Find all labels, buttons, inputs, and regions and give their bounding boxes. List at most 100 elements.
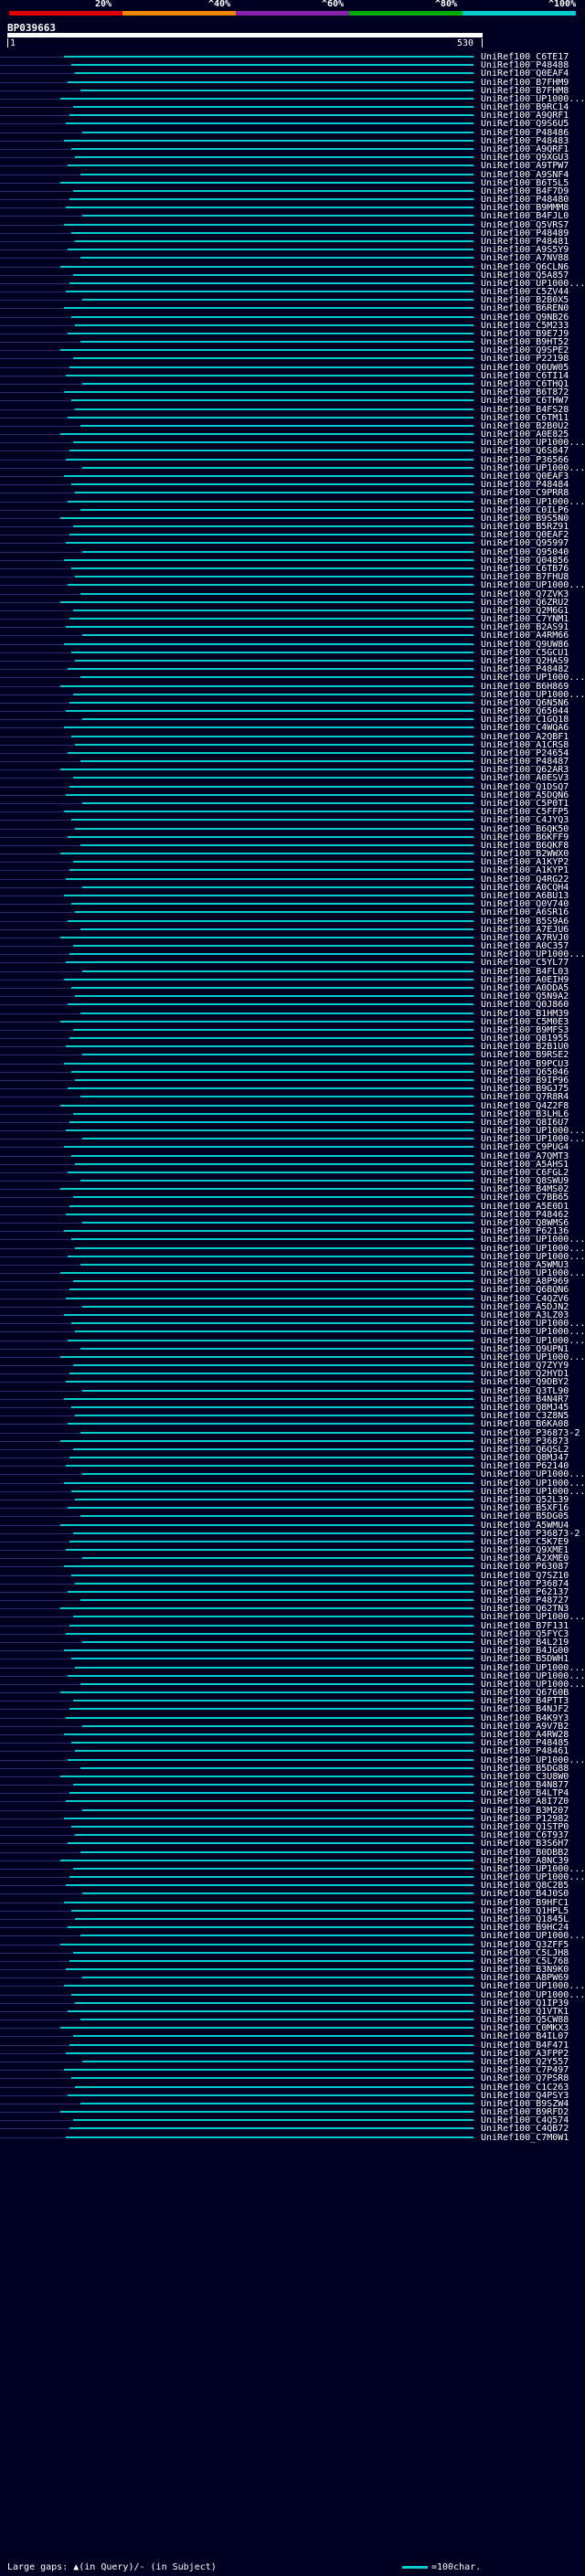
hit-alignment-bar[interactable] bbox=[66, 1716, 473, 1719]
hit-alignment-bar[interactable] bbox=[64, 475, 473, 477]
hit-alignment-bar[interactable] bbox=[60, 1943, 473, 1945]
hit-alignment-bar[interactable] bbox=[68, 1842, 473, 1845]
hit-alignment-bar[interactable] bbox=[73, 357, 473, 360]
hit-alignment-bar[interactable] bbox=[82, 1977, 473, 1979]
hit-alignment-bar[interactable] bbox=[71, 735, 473, 737]
hit-alignment-bar[interactable] bbox=[69, 1037, 473, 1040]
hit-alignment-bar[interactable] bbox=[75, 1330, 473, 1333]
hit-alignment-bar[interactable] bbox=[69, 869, 473, 872]
hit-alignment-bar[interactable] bbox=[64, 1397, 473, 1400]
hit-alignment-bar[interactable] bbox=[69, 281, 473, 284]
hit-alignment-bar[interactable] bbox=[64, 1481, 473, 1484]
hit-alignment-bar[interactable] bbox=[66, 1884, 473, 1887]
hit-alignment-bar[interactable] bbox=[69, 953, 473, 956]
hit-alignment-bar[interactable] bbox=[73, 1028, 473, 1031]
hit-alignment-bar[interactable] bbox=[82, 550, 473, 553]
hit-alignment-bar[interactable] bbox=[64, 1314, 473, 1316]
hit-alignment-bar[interactable] bbox=[68, 2094, 473, 2096]
hit-alignment-bar[interactable] bbox=[66, 291, 473, 293]
hit-alignment-bar[interactable] bbox=[64, 1565, 473, 1568]
hit-alignment-bar[interactable] bbox=[80, 928, 473, 930]
hit-alignment-bar[interactable] bbox=[60, 1859, 473, 1861]
hit-alignment-bar[interactable] bbox=[71, 483, 473, 486]
hit-alignment-bar[interactable] bbox=[75, 1666, 473, 1669]
hit-alignment-bar[interactable] bbox=[64, 1146, 473, 1149]
hit-alignment-bar[interactable] bbox=[80, 1682, 473, 1685]
hit-alignment-bar[interactable] bbox=[64, 391, 473, 394]
hit-alignment-bar[interactable] bbox=[69, 1708, 473, 1711]
hit-alignment-bar[interactable] bbox=[75, 911, 473, 914]
hit-alignment-bar[interactable] bbox=[73, 1532, 473, 1534]
hit-alignment-bar[interactable] bbox=[75, 1246, 473, 1249]
hit-alignment-bar[interactable] bbox=[68, 1087, 473, 1090]
hit-alignment-bar[interactable] bbox=[66, 961, 473, 964]
hit-alignment-bar[interactable] bbox=[64, 895, 473, 896]
hit-alignment-bar[interactable] bbox=[82, 634, 473, 637]
hit-alignment-bar[interactable] bbox=[75, 1750, 473, 1753]
hit-alignment-bar[interactable] bbox=[75, 72, 473, 75]
hit-alignment-bar[interactable] bbox=[68, 1339, 473, 1341]
hit-alignment-bar[interactable] bbox=[75, 492, 473, 494]
hit-alignment-bar[interactable] bbox=[71, 1825, 473, 1828]
hit-alignment-bar[interactable] bbox=[75, 1582, 473, 1585]
hit-alignment-bar[interactable] bbox=[69, 198, 473, 201]
hit-alignment-bar[interactable] bbox=[73, 189, 473, 192]
hit-alignment-bar[interactable] bbox=[68, 164, 473, 167]
hit-alignment-bar[interactable] bbox=[64, 978, 473, 981]
hit-alignment-bar[interactable] bbox=[66, 626, 473, 629]
hit-alignment-bar[interactable] bbox=[73, 273, 473, 276]
hit-alignment-bar[interactable] bbox=[68, 1171, 473, 1173]
hit-alignment-bar[interactable] bbox=[68, 416, 473, 419]
hit-alignment-bar[interactable] bbox=[82, 1389, 473, 1392]
hit-alignment-bar[interactable] bbox=[82, 299, 473, 302]
hit-alignment-bar[interactable] bbox=[69, 2127, 473, 2130]
hit-alignment-bar[interactable] bbox=[73, 1364, 473, 1367]
hit-alignment-bar[interactable] bbox=[80, 1766, 473, 1769]
hit-alignment-bar[interactable] bbox=[69, 1959, 473, 1962]
hit-alignment-bar[interactable] bbox=[69, 701, 473, 704]
hit-alignment-bar[interactable] bbox=[64, 811, 473, 813]
hit-alignment-bar[interactable] bbox=[73, 1196, 473, 1199]
hit-alignment-bar[interactable] bbox=[75, 1917, 473, 1920]
hit-alignment-bar[interactable] bbox=[71, 903, 473, 906]
hit-alignment-bar[interactable] bbox=[68, 80, 473, 83]
hit-alignment-bar[interactable] bbox=[71, 231, 473, 234]
hit-alignment-bar[interactable] bbox=[69, 1457, 473, 1459]
hit-alignment-bar[interactable] bbox=[60, 97, 473, 100]
hit-alignment-bar[interactable] bbox=[60, 1691, 473, 1694]
hit-alignment-bar[interactable] bbox=[73, 525, 473, 528]
hit-alignment-bar[interactable] bbox=[73, 861, 473, 864]
hit-alignment-bar[interactable] bbox=[68, 500, 473, 503]
hit-alignment-bar[interactable] bbox=[60, 1439, 473, 1442]
hit-alignment-bar[interactable] bbox=[73, 945, 473, 948]
hit-alignment-bar[interactable] bbox=[82, 718, 473, 721]
hit-alignment-bar[interactable] bbox=[82, 1641, 473, 1644]
hit-alignment-bar[interactable] bbox=[60, 1272, 473, 1275]
hit-alignment-bar[interactable] bbox=[80, 1096, 473, 1098]
hit-alignment-bar[interactable] bbox=[69, 1792, 473, 1795]
hit-alignment-bar[interactable] bbox=[68, 1758, 473, 1761]
hit-alignment-bar[interactable] bbox=[66, 877, 473, 880]
hit-alignment-bar[interactable] bbox=[80, 424, 473, 427]
hit-alignment-bar[interactable] bbox=[64, 2069, 473, 2072]
hit-alignment-bar[interactable] bbox=[73, 1447, 473, 1450]
hit-alignment-bar[interactable] bbox=[69, 618, 473, 620]
hit-alignment-bar[interactable] bbox=[73, 1616, 473, 1618]
hit-alignment-bar[interactable] bbox=[75, 1162, 473, 1165]
hit-alignment-bar[interactable] bbox=[68, 332, 473, 334]
hit-alignment-bar[interactable] bbox=[69, 1373, 473, 1375]
hit-alignment-bar[interactable] bbox=[66, 710, 473, 713]
hit-alignment-bar[interactable] bbox=[73, 106, 473, 109]
hit-alignment-bar[interactable] bbox=[60, 265, 473, 268]
hit-alignment-bar[interactable] bbox=[71, 1742, 473, 1744]
hit-alignment-bar[interactable] bbox=[68, 584, 473, 587]
hit-alignment-bar[interactable] bbox=[80, 760, 473, 763]
hit-alignment-bar[interactable] bbox=[69, 1120, 473, 1123]
hit-alignment-bar[interactable] bbox=[75, 408, 473, 410]
hit-alignment-bar[interactable] bbox=[73, 693, 473, 695]
hit-alignment-bar[interactable] bbox=[82, 383, 473, 386]
hit-alignment-bar[interactable] bbox=[73, 609, 473, 611]
hit-alignment-bar[interactable] bbox=[75, 1834, 473, 1837]
hit-alignment-bar[interactable] bbox=[60, 2027, 473, 2030]
hit-alignment-bar[interactable] bbox=[80, 89, 473, 91]
